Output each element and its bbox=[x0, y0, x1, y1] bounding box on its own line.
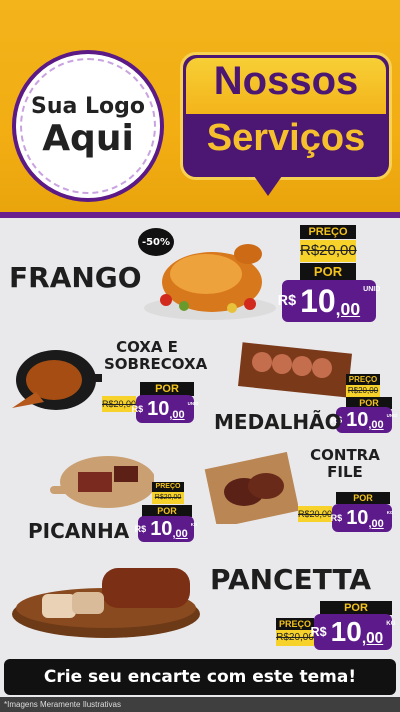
logo-placeholder: Sua Logo Aqui bbox=[12, 50, 164, 202]
logo-text-line1: Sua Logo bbox=[30, 93, 145, 119]
new-price-frango: R$ 10,00 UNID bbox=[278, 280, 380, 322]
title-line2: Serviços bbox=[206, 117, 366, 159]
product-name-pancetta: PANCETTA bbox=[210, 563, 372, 596]
price-label: PREÇO bbox=[152, 482, 184, 492]
product-name-picanha: PICANHA bbox=[28, 519, 130, 543]
old-price: R$20,00 bbox=[300, 240, 357, 262]
footer-disclaimer: *Imagens Meramente Ilustrativas bbox=[0, 697, 400, 712]
chicken-thigh-pan-image bbox=[12, 350, 102, 410]
title-speech-bubble: Nossos Serviços bbox=[180, 52, 392, 180]
picanha-board-image bbox=[50, 456, 154, 508]
old-price: R$20,00 bbox=[152, 492, 184, 504]
por-label: POR bbox=[140, 382, 194, 396]
pancetta-board-image bbox=[12, 568, 200, 638]
header-divider bbox=[0, 212, 400, 218]
title-line1: Nossos bbox=[213, 59, 359, 103]
new-price-contra-file: R$ 10,00 KG bbox=[331, 504, 393, 532]
logo-text-line2: Aqui bbox=[42, 117, 134, 159]
new-price-picanha: R$ 10,00 KG bbox=[134, 516, 198, 542]
new-price-coxa: R$ 10,00 UNID bbox=[132, 395, 198, 423]
product-name-coxa: COXA E SOBRECOXA bbox=[104, 338, 208, 373]
new-price-medalhao: R$ 10,00 UNID bbox=[330, 407, 398, 433]
old-price: R$20,00 bbox=[298, 506, 332, 522]
sirloin-board-image bbox=[204, 452, 298, 524]
discount-badge: -50% bbox=[138, 228, 174, 256]
new-price-pancetta: R$ 10,00 KG bbox=[311, 614, 395, 650]
bubble-tail bbox=[254, 176, 282, 196]
cta-banner[interactable]: Crie seu encarte com este tema! bbox=[4, 659, 396, 695]
old-price: R$20,00 bbox=[346, 385, 380, 397]
price-label: PREÇO bbox=[300, 225, 356, 239]
old-price: R$20,00 bbox=[276, 630, 314, 646]
product-name-frango: FRANGO bbox=[9, 261, 142, 294]
por-label: POR bbox=[336, 492, 390, 504]
product-name-contra-file: CONTRA FILE bbox=[310, 446, 380, 481]
product-name-medalhao: MEDALHÃO bbox=[214, 410, 342, 434]
por-label: POR bbox=[320, 601, 392, 615]
medallion-skewers-image bbox=[238, 342, 353, 398]
price-label: PREÇO bbox=[276, 618, 314, 630]
por-label: POR bbox=[300, 263, 356, 281]
